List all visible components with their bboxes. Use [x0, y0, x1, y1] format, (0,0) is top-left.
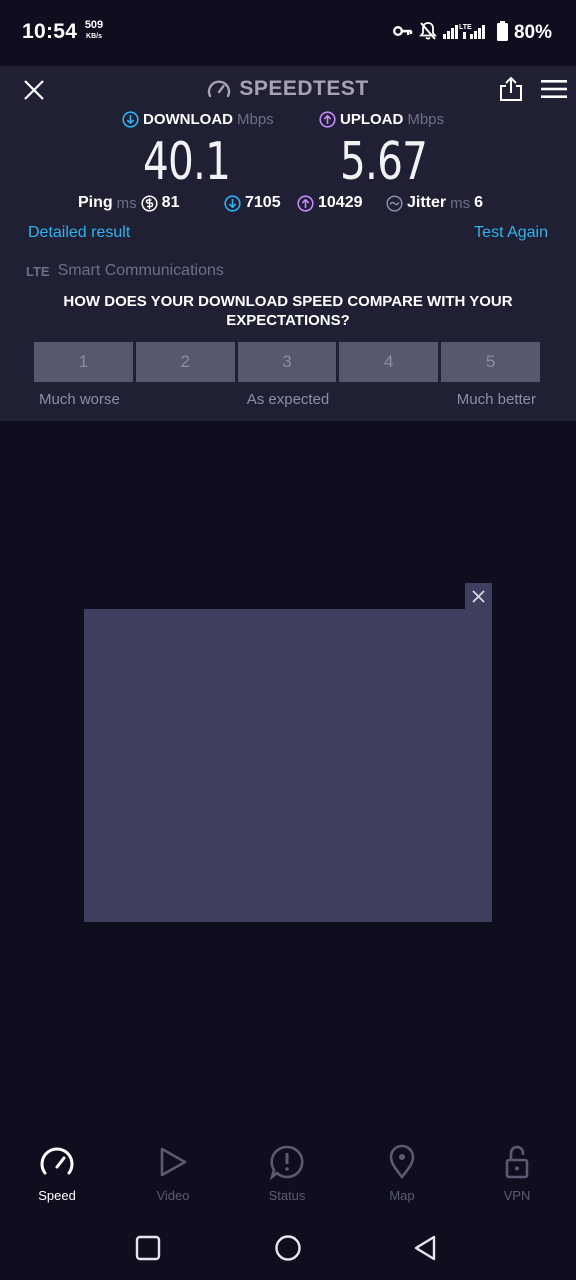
- jitter-label: Jitter: [407, 194, 447, 211]
- mute-notifications-icon: [419, 21, 437, 46]
- recent-apps-button[interactable]: [128, 1228, 168, 1268]
- speedometer-logo-icon: [208, 80, 231, 98]
- share-button[interactable]: [496, 72, 526, 106]
- rating-button-5[interactable]: 5: [441, 342, 540, 382]
- carrier-network-type: LTE: [26, 263, 50, 279]
- nav-label-video: Video: [156, 1188, 190, 1203]
- app-brand: SPEEDTEST: [0, 74, 576, 104]
- status-time: 10:54: [22, 20, 78, 43]
- rating-button-4[interactable]: 4: [339, 342, 439, 382]
- network-speed-value: 509: [84, 19, 104, 31]
- jitter-value: 6: [474, 194, 484, 211]
- battery-percentage: 80%: [513, 22, 552, 43]
- close-icon: [472, 589, 485, 603]
- home-icon: [275, 1235, 301, 1261]
- nav-label-map: Map: [389, 1188, 415, 1203]
- back-icon: [414, 1235, 436, 1261]
- alert-bubble-icon: [269, 1145, 304, 1180]
- system-navigation-bar: [0, 1218, 576, 1278]
- ping-value: 81: [161, 194, 180, 211]
- ping-unit: ms: [116, 194, 137, 212]
- download-latency-value: 7105: [245, 194, 281, 211]
- network-speed-unit: KB/s: [86, 33, 102, 40]
- rating-scale: 1 2 3 4 5: [34, 342, 540, 382]
- unlocked-padlock-icon: [505, 1145, 529, 1179]
- home-button[interactable]: [268, 1228, 308, 1268]
- download-latency-stat: 7105: [224, 192, 281, 214]
- nav-label-vpn: VPN: [503, 1188, 531, 1203]
- nav-label-speed: Speed: [38, 1188, 76, 1203]
- download-arrow-icon: [122, 110, 139, 128]
- upload-latency-value: 10429: [318, 194, 363, 211]
- nav-tab-video[interactable]: Video: [123, 1140, 223, 1210]
- ping-label: Ping: [78, 194, 113, 211]
- status-icons: LTE 80%: [392, 20, 552, 46]
- detailed-result-link[interactable]: Detailed result: [28, 224, 130, 242]
- map-pin-icon: [389, 1144, 415, 1180]
- jitter-unit: ms: [450, 194, 471, 212]
- speedtest-screen: 10:54 509 KB/s LTE 80% SPEEDTEST DOWNLOA…: [0, 0, 576, 1280]
- speedometer-icon: [40, 1147, 74, 1175]
- vpn-key-icon: [392, 24, 413, 43]
- rating-button-3[interactable]: 3: [237, 342, 337, 382]
- upload-speed-value: 5.67: [340, 132, 428, 192]
- carrier-name: Smart Communications: [57, 262, 224, 279]
- ping-stat: Ping ms 81: [78, 192, 179, 214]
- upload-header: UPLOAD Mbps: [319, 108, 444, 130]
- carrier-info: LTE Smart Communications: [26, 261, 224, 281]
- upload-latency-icon: [297, 194, 314, 212]
- nav-label-status: Status: [268, 1188, 306, 1203]
- result-panel: SPEEDTEST DOWNLOAD Mbps UPLOAD Mbps 40.1…: [0, 66, 576, 421]
- rating-button-1[interactable]: 1: [34, 342, 133, 382]
- network-type-label: LTE: [459, 24, 472, 31]
- recent-apps-icon: [135, 1235, 161, 1261]
- rating-label-high: Much better: [456, 391, 536, 408]
- bottom-navigation: Speed Video Status Map VPN: [0, 1140, 576, 1210]
- share-icon: [500, 76, 522, 101]
- nav-tab-status[interactable]: Status: [237, 1140, 337, 1210]
- nav-tab-speed[interactable]: Speed: [7, 1140, 107, 1210]
- app-title: SPEEDTEST: [239, 77, 369, 100]
- back-button[interactable]: [405, 1228, 445, 1268]
- ad-placeholder[interactable]: [84, 609, 492, 922]
- network-speed-indicator: 509 KB/s: [82, 19, 106, 41]
- upload-latency-stat: 10429: [297, 192, 363, 214]
- test-again-link[interactable]: Test Again: [474, 224, 548, 242]
- survey-question: HOW DOES YOUR DOWNLOAD SPEED COMPARE WIT…: [63, 293, 513, 329]
- idle-latency-icon: [141, 194, 158, 212]
- jitter-icon: [386, 194, 403, 212]
- nav-tab-map[interactable]: Map: [352, 1140, 452, 1210]
- battery-icon: [496, 20, 508, 46]
- jitter-stat: Jitter ms 6: [386, 192, 483, 214]
- download-speed-value: 40.1: [143, 132, 231, 192]
- status-bar: 10:54 509 KB/s LTE 80%: [0, 0, 576, 66]
- latency-stats: Ping ms 81 7105 10429 Jitter ms 6: [0, 192, 576, 214]
- upload-arrow-icon: [319, 110, 336, 128]
- download-unit: Mbps: [237, 110, 274, 128]
- ad-close-button[interactable]: [465, 583, 492, 609]
- download-header: DOWNLOAD Mbps: [122, 108, 274, 130]
- menu-button[interactable]: [540, 76, 568, 102]
- download-label: DOWNLOAD: [143, 110, 233, 128]
- upload-label: UPLOAD: [340, 110, 404, 128]
- play-icon: [160, 1147, 187, 1177]
- hamburger-menu-icon: [541, 80, 567, 98]
- nav-tab-vpn[interactable]: VPN: [467, 1140, 567, 1210]
- signal-strength-icon: LTE: [442, 22, 491, 45]
- upload-unit: Mbps: [407, 110, 445, 128]
- download-latency-icon: [224, 194, 241, 212]
- rating-button-2[interactable]: 2: [135, 342, 235, 382]
